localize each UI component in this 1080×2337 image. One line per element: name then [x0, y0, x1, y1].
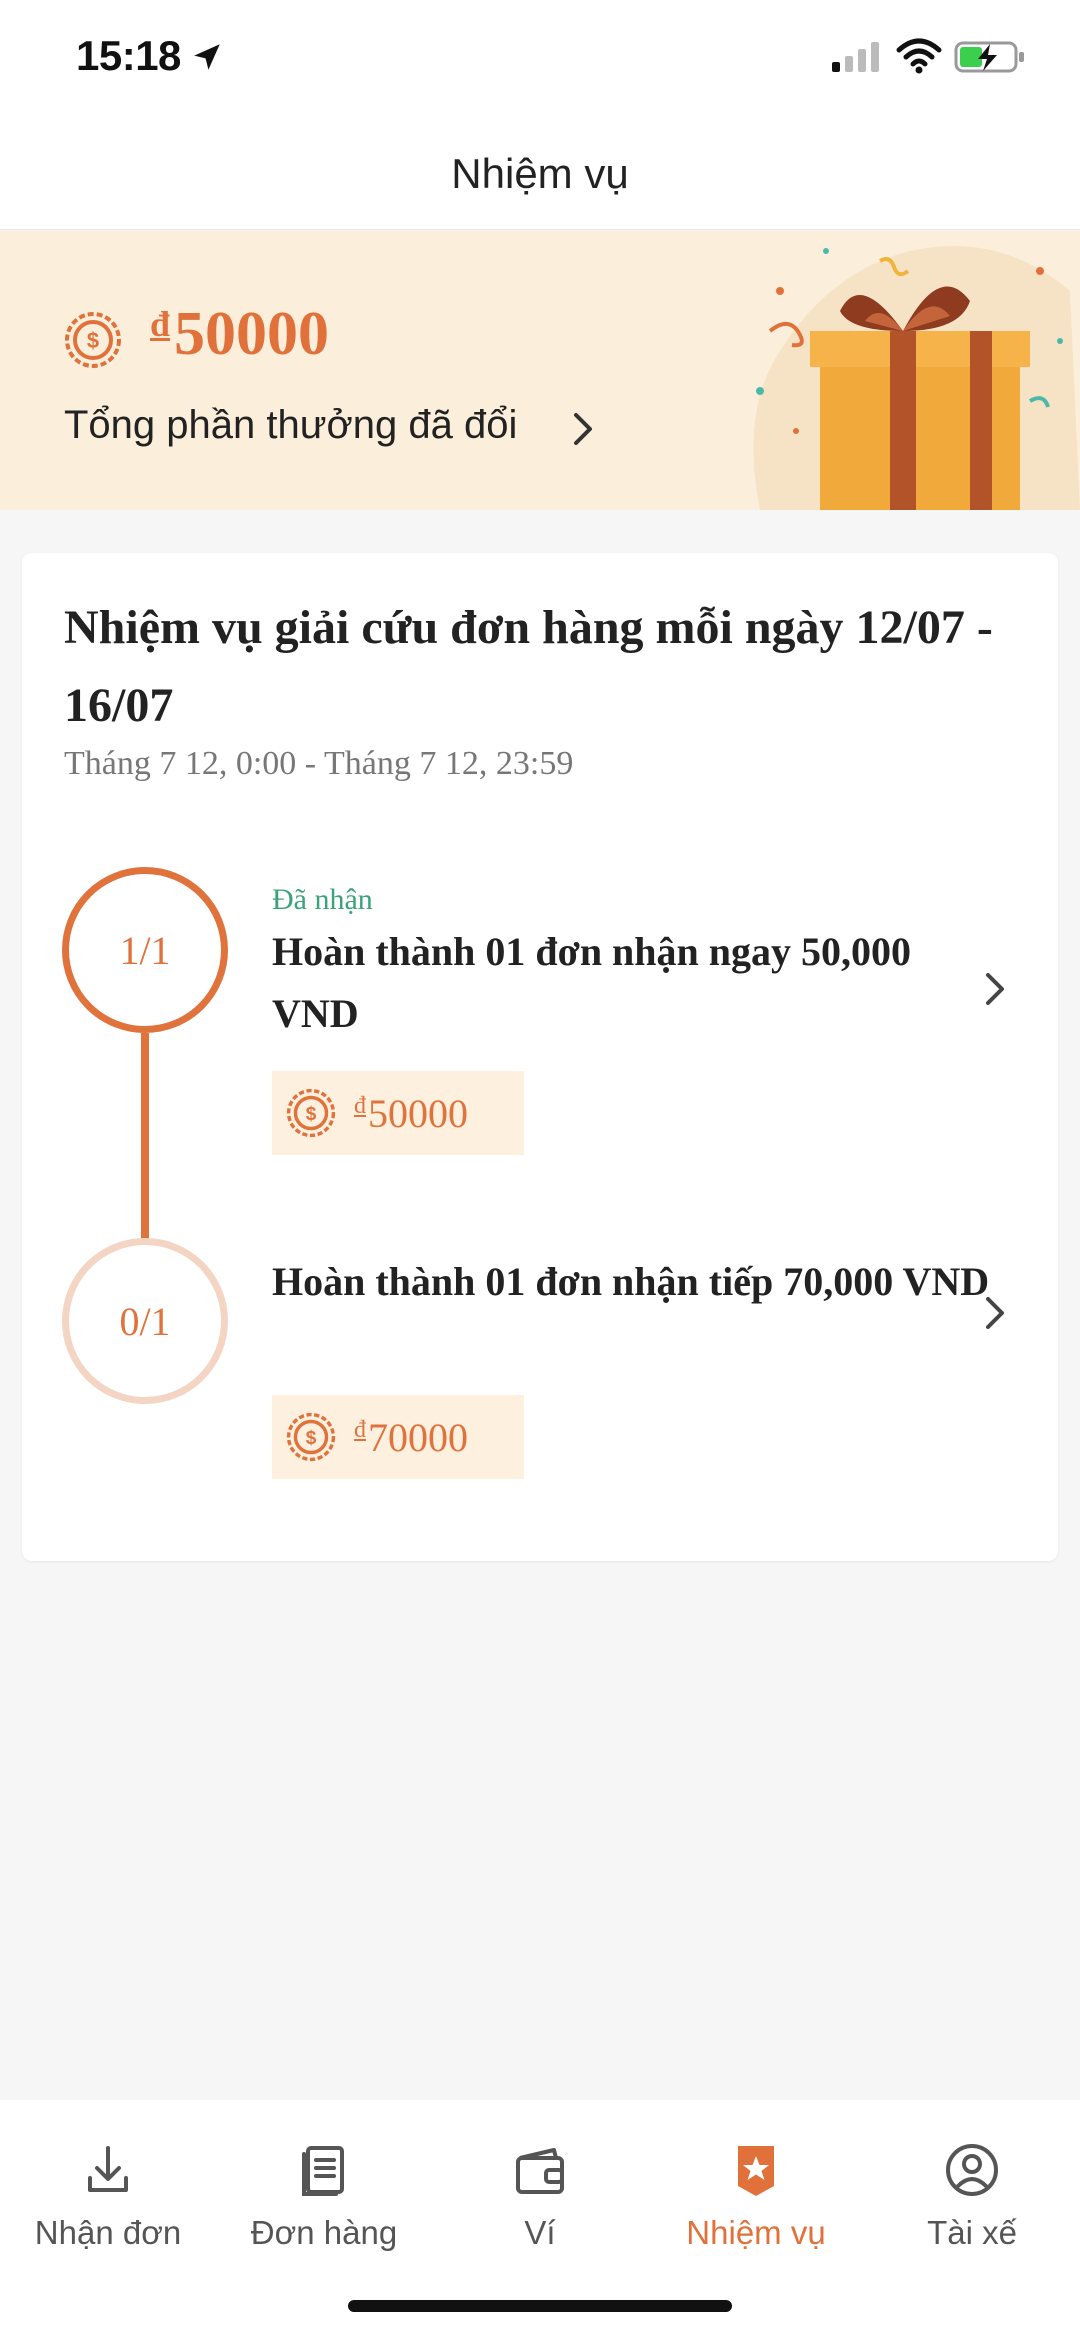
tab-label: Tài xế: [927, 2214, 1017, 2251]
gift-box-illustration: [753, 246, 1080, 510]
mission-card: Nhiệm vụ giải cứu đơn hàng mỗi ngày 12/0…: [22, 553, 1058, 1561]
battery-charging-icon: [954, 41, 1024, 73]
currency-symbol: đ: [354, 1416, 366, 1443]
currency-symbol: đ: [354, 1092, 366, 1119]
svg-text:$: $: [306, 1428, 317, 1449]
mission-time-range: Tháng 7 12, 0:00 - Tháng 7 12, 23:59: [64, 745, 574, 782]
tab-tai-xe[interactable]: Tài xế: [864, 2138, 1080, 2268]
wallet-icon: [516, 2148, 564, 2194]
task-item[interactable]: Đã nhận Hoàn thành 01 đơn nhận ngay 50,0…: [272, 883, 992, 1045]
download-icon: [88, 2146, 128, 2192]
tab-don-hang[interactable]: Đơn hàng: [216, 2138, 432, 2268]
tab-label: Đơn hàng: [250, 2214, 398, 2251]
status-time: 15:18: [76, 32, 181, 79]
task-reward-amount: đ70000: [354, 1414, 468, 1461]
coin-icon: $: [286, 1088, 336, 1138]
tab-nhan-don[interactable]: Nhận đơn: [0, 2138, 216, 2268]
tab-label: Ví: [524, 2214, 556, 2251]
coin-icon: $: [65, 312, 121, 368]
task-progress-text: 1/1: [119, 927, 171, 973]
currency-symbol: đ: [150, 304, 171, 344]
task-reward-amount: đ50000: [354, 1090, 468, 1137]
total-reward-value: 50000: [174, 300, 330, 368]
mission-title: Nhiệm vụ giải cứu đơn hàng mỗi ngày 12/0…: [64, 601, 993, 732]
task-item[interactable]: Hoàn thành 01 đơn nhận tiếp 70,000 VND: [272, 1251, 992, 1313]
tab-label: Nhận đơn: [34, 2214, 182, 2251]
wifi-icon: [896, 38, 942, 74]
location-arrow-icon: [194, 44, 220, 70]
home-indicator: [348, 2300, 732, 2312]
svg-text:$: $: [87, 328, 99, 353]
task-title: Hoàn thành 01 đơn nhận tiếp 70,000 VND: [272, 1259, 990, 1304]
chevron-right-icon[interactable]: [980, 1293, 1010, 1333]
tab-label: Nhiệm vụ: [686, 2214, 826, 2251]
task-progress-text: 0/1: [119, 1298, 171, 1344]
document-icon: [302, 2146, 344, 2196]
task-reward-value: 70000: [368, 1414, 468, 1460]
reward-summary-banner: $ đ50000 Tổng phần thưởng đã đổi: [0, 231, 1080, 510]
task-title: Hoàn thành 01 đơn nhận ngay 50,000 VND: [272, 929, 912, 1036]
cellular-signal-icon: [832, 42, 879, 72]
task-reward-chip: $ đ70000: [272, 1395, 524, 1479]
total-redeemed-link[interactable]: Tổng phần thưởng đã đổi: [64, 403, 517, 448]
chevron-right-icon[interactable]: [980, 969, 1010, 1009]
total-reward-amount: đ50000: [150, 299, 329, 370]
tab-nhiem-vu[interactable]: Nhiệm vụ: [648, 2138, 864, 2268]
page-title: Nhiệm vụ: [451, 150, 629, 197]
task-progress-ring: 0/1: [62, 1238, 228, 1404]
svg-text:$: $: [306, 1104, 317, 1125]
coin-icon: $: [286, 1412, 336, 1462]
chevron-right-icon[interactable]: [570, 409, 598, 449]
task-reward-chip: $ đ50000: [272, 1071, 524, 1155]
status-bar: 15:18: [0, 0, 1080, 120]
user-icon: [946, 2144, 998, 2196]
nav-header: Nhiệm vụ: [0, 120, 1080, 230]
tab-vi[interactable]: Ví: [432, 2138, 648, 2268]
task-progress-ring: 1/1: [62, 867, 228, 1033]
task-reward-value: 50000: [368, 1090, 468, 1136]
star-badge-icon: [738, 2146, 774, 2196]
task-status-label: Đã nhận: [272, 883, 373, 916]
